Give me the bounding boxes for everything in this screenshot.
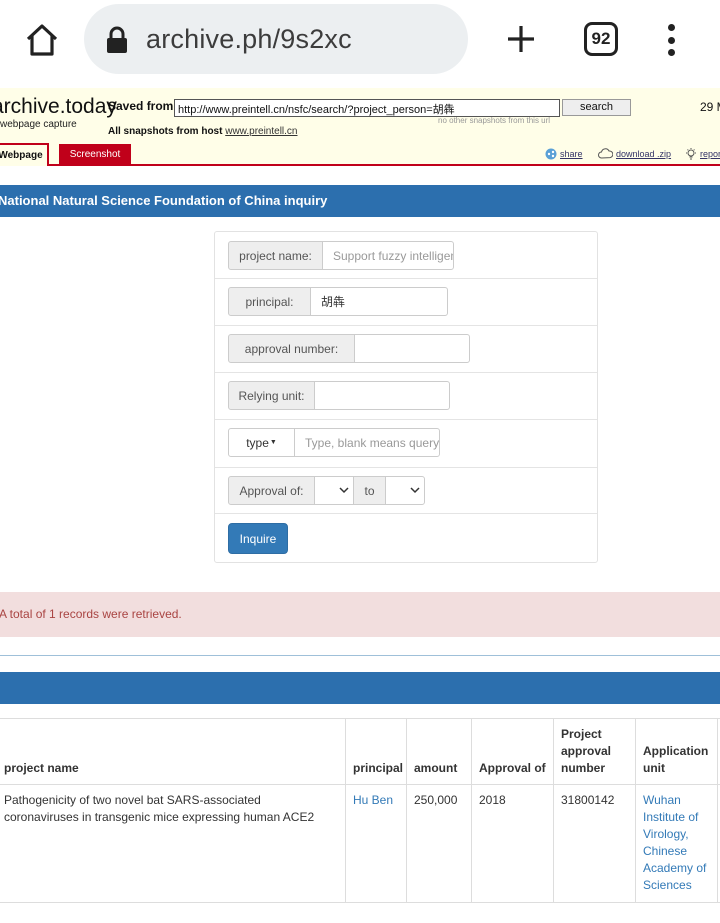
header-amount: amount: [414, 761, 458, 775]
to-label: to: [353, 476, 386, 505]
header-application-unit: Application unit: [643, 744, 709, 775]
result-count-alert: A total of 1 records were retrieved.: [0, 592, 720, 637]
header-approval-of: Approval of: [479, 761, 546, 775]
lock-icon: [106, 26, 132, 54]
host-link[interactable]: www.preintell.cn: [225, 126, 297, 137]
approval-of-label: Approval of:: [228, 476, 315, 505]
archive-header: archive.today webpage capture Saved from…: [0, 88, 720, 166]
no-other-snapshots-note: no other snapshots from this url: [438, 116, 551, 125]
approval-number-input[interactable]: [354, 334, 470, 363]
archive-brand-subtitle: webpage capture: [0, 119, 77, 130]
header-project-name: project name: [4, 761, 79, 775]
header-project-approval-number: Project approval number: [561, 727, 612, 775]
caret-down-icon: ▼: [269, 439, 277, 446]
new-tab-icon[interactable]: [500, 18, 542, 60]
principal-label: principal:: [228, 287, 311, 316]
chevron-down-icon: [339, 487, 349, 494]
divider: [0, 655, 720, 656]
approval-from-select[interactable]: [314, 476, 354, 505]
saved-from-label: Saved from: [108, 99, 174, 113]
form-row-relying-unit: Relying unit:: [215, 373, 597, 420]
form-row-approval-of: Approval of: to: [215, 468, 597, 514]
share-link[interactable]: share: [545, 148, 583, 160]
cell-project-approval-number: 31800142: [561, 793, 615, 807]
archive-date: 29 M: [700, 100, 720, 114]
lightbulb-icon: [686, 148, 696, 160]
cell-approval-of: 2018: [479, 793, 506, 807]
relying-unit-input[interactable]: [314, 381, 450, 410]
result-count-text: A total of 1 records were retrieved.: [0, 607, 182, 621]
type-dropdown[interactable]: type ▼: [228, 428, 295, 457]
cell-principal-link[interactable]: Hu Ben: [353, 792, 393, 809]
all-snapshots-label: All snapshots from host: [108, 126, 223, 137]
header-principal: principal: [353, 761, 404, 775]
project-name-label: project name:: [228, 241, 323, 270]
report-link[interactable]: report: [685, 148, 720, 160]
url-text: archive.ph/9s2xc: [146, 24, 352, 54]
cell-project-name: Pathogenicity of two novel bat SARS-asso…: [4, 793, 315, 824]
tab-webpage[interactable]: Webpage: [0, 143, 49, 166]
type-input[interactable]: Type, blank means query all: [294, 428, 440, 457]
archive-brand[interactable]: archive.today: [0, 95, 117, 119]
page-title-bar: National Natural Science Foundation of C…: [0, 185, 720, 217]
cell-application-unit-link[interactable]: Wuhan Institute of Virology, Chinese Aca…: [643, 792, 706, 894]
relying-unit-label: Relying unit:: [228, 381, 315, 410]
principal-input[interactable]: 胡犇: [310, 287, 448, 316]
approval-number-label: approval number:: [228, 334, 355, 363]
approval-to-select[interactable]: [385, 476, 425, 505]
share-icon: [545, 148, 557, 160]
report-label: report: [700, 149, 720, 159]
saved-from-url-input[interactable]: http://www.preintell.cn/nsfc/search/?pro…: [174, 99, 560, 117]
all-snapshots-line: All snapshots from host www.preintell.cn: [108, 126, 298, 137]
download-zip-link[interactable]: download .zip: [598, 148, 671, 159]
search-button[interactable]: search: [562, 99, 631, 116]
form-row-project-name: project name: Support fuzzy intelligent: [215, 232, 597, 279]
inquire-button[interactable]: Inquire: [228, 523, 288, 554]
project-name-input[interactable]: Support fuzzy intelligent: [322, 241, 454, 270]
results-header-bar: [0, 672, 720, 704]
chevron-down-icon: [410, 487, 420, 494]
tab-screenshot[interactable]: Screenshot: [59, 144, 131, 164]
address-bar[interactable]: archive.ph/9s2xc: [84, 4, 468, 74]
download-label: download .zip: [616, 148, 672, 159]
tab-switcher-button[interactable]: 92: [584, 22, 618, 56]
form-row-type: type ▼ Type, blank means query all: [215, 420, 597, 468]
search-form: project name: Support fuzzy intelligent …: [214, 231, 598, 563]
share-label: share: [560, 149, 583, 159]
form-row-approval-number: approval number:: [215, 326, 597, 373]
browser-toolbar: archive.ph/9s2xc 92: [0, 0, 720, 88]
cell-amount: 250,000: [414, 793, 458, 807]
form-row-principal: principal: 胡犇: [215, 279, 597, 326]
home-icon[interactable]: [20, 18, 64, 62]
type-label: type: [246, 435, 269, 450]
page-title: National Natural Science Foundation of C…: [0, 193, 328, 208]
overflow-menu-icon[interactable]: [656, 20, 686, 60]
cloud-download-icon: [598, 148, 613, 159]
